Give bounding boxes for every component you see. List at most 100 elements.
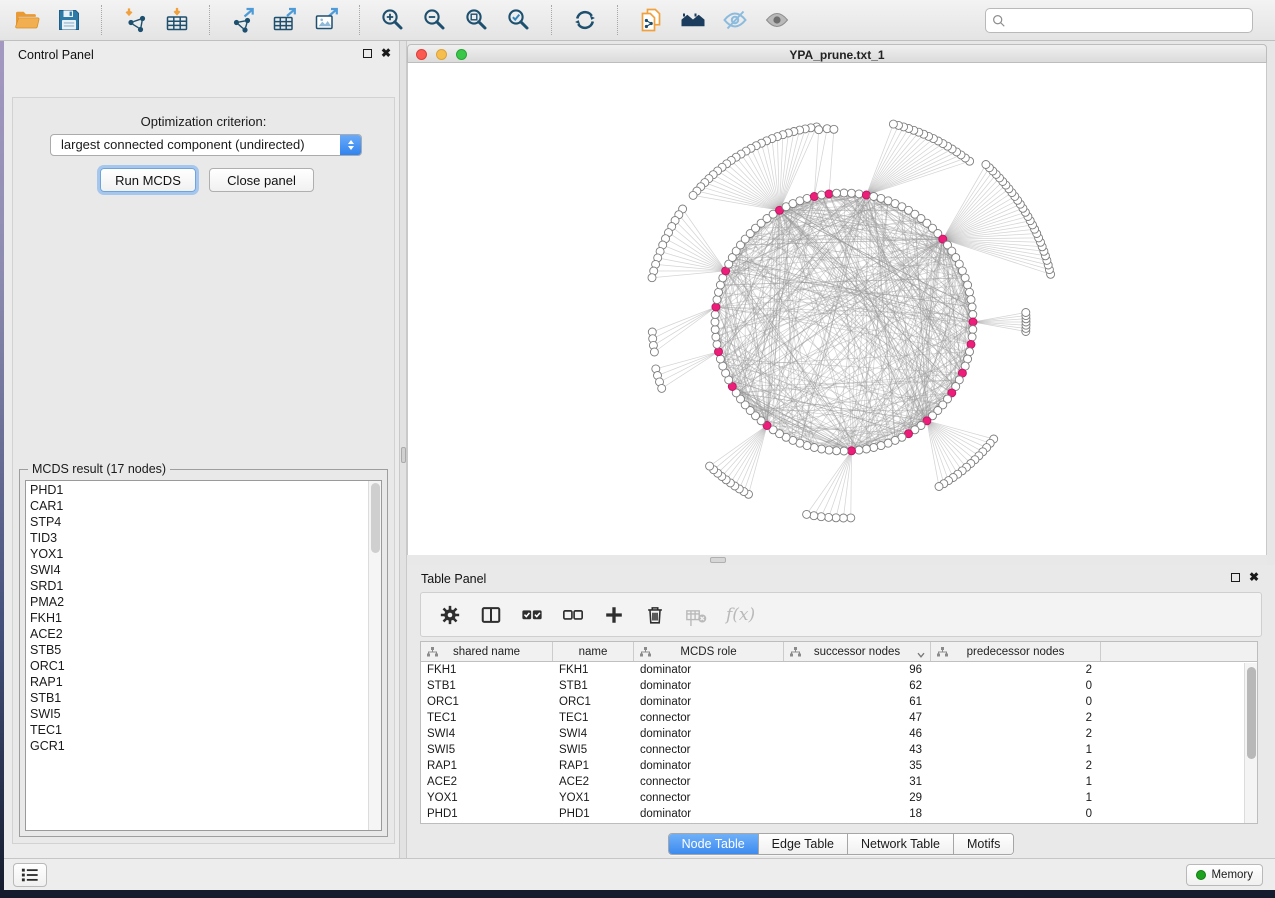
network-node[interactable] (825, 446, 833, 454)
clone-network-view-icon[interactable] (634, 4, 667, 37)
hide-selected-icon[interactable] (718, 4, 751, 37)
result-node-item[interactable]: STP4 (30, 514, 367, 530)
deselect-all-icon[interactable] (562, 604, 584, 626)
network-node[interactable] (889, 120, 897, 128)
network-node[interactable] (855, 446, 863, 454)
column-header-predecessor-nodes[interactable]: predecessor nodes (931, 642, 1101, 661)
network-node[interactable] (877, 442, 885, 450)
network-node[interactable] (855, 190, 863, 198)
splitter-handle[interactable] (710, 557, 726, 563)
mcds-node[interactable] (825, 190, 833, 198)
export-image-icon[interactable] (310, 4, 343, 37)
mcds-result-list[interactable]: PHD1CAR1STP4TID3YOX1SWI4SRD1PMA2FKH1ACE2… (25, 480, 382, 831)
tab-network-table[interactable]: Network Table (847, 834, 953, 854)
network-node[interactable] (840, 189, 848, 197)
table-scrollbar[interactable] (1244, 663, 1257, 823)
network-node[interactable] (840, 447, 848, 455)
network-node[interactable] (982, 161, 990, 169)
result-node-item[interactable]: STB1 (30, 690, 367, 706)
mcds-node[interactable] (967, 340, 975, 348)
column-header-successor-nodes[interactable]: successor nodes (784, 642, 931, 661)
column-header-name[interactable]: name (553, 642, 634, 661)
result-node-item[interactable]: PMA2 (30, 594, 367, 610)
mcds-node[interactable] (862, 191, 870, 199)
result-node-item[interactable]: CAR1 (30, 498, 367, 514)
network-node[interactable] (964, 281, 972, 289)
network-canvas[interactable] (407, 63, 1267, 555)
network-node[interactable] (711, 318, 719, 326)
horizontal-splitter[interactable] (407, 555, 1267, 565)
network-node[interactable] (848, 189, 856, 197)
search-input[interactable] (1006, 14, 1246, 28)
list-scrollbar[interactable] (368, 481, 381, 830)
network-node[interactable] (969, 326, 977, 334)
network-node[interactable] (818, 191, 826, 199)
network-node[interactable] (803, 510, 811, 518)
zoom-selected-icon[interactable] (502, 4, 535, 37)
column-layout-icon[interactable] (480, 604, 502, 626)
network-node[interactable] (870, 444, 878, 452)
network-node[interactable] (969, 311, 977, 319)
network-node[interactable] (966, 288, 974, 296)
result-node-item[interactable]: TID3 (30, 530, 367, 546)
network-node[interactable] (810, 512, 818, 520)
first-neighbors-icon[interactable] (676, 4, 709, 37)
table-row[interactable]: FKH1FKH1dominator962 (421, 662, 1257, 678)
zoom-out-icon[interactable] (418, 4, 451, 37)
table-row[interactable]: SWI5SWI5connector431 (421, 742, 1257, 758)
network-node[interactable] (935, 483, 943, 491)
result-node-item[interactable]: SRD1 (30, 578, 367, 594)
network-node[interactable] (862, 445, 870, 453)
memory-button[interactable]: Memory (1186, 864, 1263, 886)
result-node-item[interactable]: TEC1 (30, 722, 367, 738)
mcds-node[interactable] (715, 348, 723, 356)
table-row[interactable]: PHD1PHD1dominator180 (421, 806, 1257, 822)
network-node[interactable] (706, 462, 714, 470)
tab-motifs[interactable]: Motifs (953, 834, 1013, 854)
network-window-titlebar[interactable]: YPA_prune.txt_1 (407, 44, 1267, 63)
network-node[interactable] (830, 125, 838, 133)
network-node[interactable] (966, 348, 974, 356)
splitter-handle[interactable] (401, 447, 406, 463)
float-panel-icon[interactable] (363, 49, 372, 58)
vertical-splitter[interactable] (399, 41, 407, 858)
table-row[interactable]: STB1STB1dominator620 (421, 678, 1257, 694)
network-node[interactable] (713, 296, 721, 304)
task-history-button[interactable] (13, 863, 47, 887)
result-node-item[interactable]: ORC1 (30, 658, 367, 674)
close-panel-icon[interactable]: ✖ (1249, 572, 1259, 582)
network-node[interactable] (832, 514, 840, 522)
save-session-icon[interactable] (52, 4, 85, 37)
result-node-item[interactable]: SWI4 (30, 562, 367, 578)
network-node[interactable] (650, 348, 658, 356)
network-node[interactable] (818, 445, 826, 453)
select-all-icon[interactable] (521, 604, 543, 626)
result-node-item[interactable]: RAP1 (30, 674, 367, 690)
network-node[interactable] (689, 191, 697, 199)
export-table-icon[interactable] (268, 4, 301, 37)
float-panel-icon[interactable] (1231, 573, 1240, 582)
mcds-node[interactable] (712, 303, 720, 311)
zoom-fit-icon[interactable] (460, 4, 493, 37)
import-table-icon[interactable] (160, 4, 193, 37)
settings-gear-icon[interactable] (439, 604, 461, 626)
run-mcds-button[interactable]: Run MCDS (100, 168, 196, 192)
sort-menu-icon[interactable] (917, 649, 925, 661)
tab-edge-table[interactable]: Edge Table (758, 834, 847, 854)
close-panel-icon[interactable]: ✖ (381, 48, 391, 58)
import-network-icon[interactable] (118, 4, 151, 37)
network-node[interactable] (715, 288, 723, 296)
zoom-in-icon[interactable] (376, 4, 409, 37)
network-node[interactable] (968, 333, 976, 341)
result-node-item[interactable]: ACE2 (30, 626, 367, 642)
show-all-icon[interactable] (760, 4, 793, 37)
result-node-item[interactable]: PHD1 (30, 482, 367, 498)
result-node-item[interactable]: YOX1 (30, 546, 367, 562)
table-row[interactable]: SWI4SWI4dominator462 (421, 726, 1257, 742)
network-node[interactable] (712, 333, 720, 341)
tab-node-table[interactable]: Node Table (669, 834, 758, 854)
column-header-MCDS-role[interactable]: MCDS role (634, 642, 784, 661)
network-node[interactable] (839, 514, 847, 522)
result-node-item[interactable]: GCR1 (30, 738, 367, 754)
network-node[interactable] (825, 513, 833, 521)
